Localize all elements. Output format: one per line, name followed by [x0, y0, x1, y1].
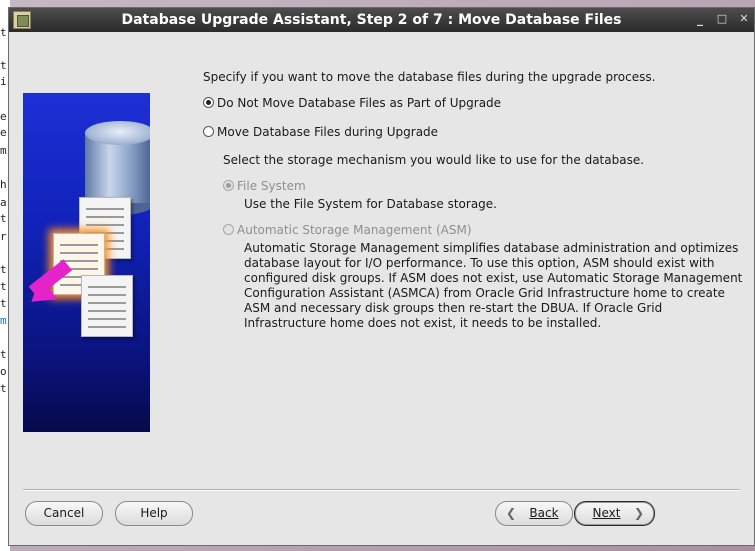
terminal-char: i [0, 75, 7, 88]
help-button[interactable]: Help [115, 501, 193, 526]
terminal-char: a [0, 196, 7, 209]
help-label: Help [140, 506, 168, 520]
no-move-radio[interactable] [203, 97, 214, 108]
terminal-char: t [0, 348, 7, 361]
asm-radio[interactable] [223, 224, 234, 235]
storage-prompt: Select the storage mechanism you would l… [223, 153, 645, 167]
move-files-label[interactable]: Move Database Files during Upgrade [217, 125, 438, 139]
next-label: Next [592, 506, 621, 520]
close-icon[interactable]: ✕ [736, 11, 752, 27]
cancel-label: Cancel [43, 506, 85, 520]
intro-text: Specify if you want to move the database… [203, 70, 656, 84]
file-system-radio[interactable] [223, 180, 234, 191]
terminal-char: t [0, 382, 7, 395]
asm-description: Automatic Storage Management simplifies … [244, 241, 743, 330]
next-button[interactable]: Next ❯ [574, 501, 655, 526]
terminal-char: h [0, 178, 7, 191]
terminal-char: r [0, 230, 7, 243]
terminal-char: m [0, 314, 7, 327]
cancel-button[interactable]: Cancel [25, 501, 103, 526]
dbua-window: Database Upgrade Assistant, Step 2 of 7 … [8, 7, 755, 546]
maximize-icon[interactable]: □ [714, 11, 730, 27]
window-title: Database Upgrade Assistant, Step 2 of 7 … [121, 12, 622, 28]
database-cylinder-top [85, 121, 150, 145]
no-move-label[interactable]: Do Not Move Database Files as Part of Up… [217, 96, 501, 110]
terminal-char: t [0, 297, 7, 310]
file-system-description: Use the File System for Database storage… [244, 197, 497, 211]
terminal-char: e [0, 126, 7, 139]
wizard-content: Specify if you want to move the database… [9, 32, 754, 547]
back-button[interactable]: ❮ Back [495, 501, 573, 526]
terminal-char: e [0, 110, 7, 123]
terminal-char: t [0, 212, 7, 225]
move-files-radio[interactable] [203, 126, 214, 137]
minimize-icon[interactable]: _ [692, 11, 708, 27]
terminal-char: m [0, 144, 7, 157]
title-bar[interactable]: Database Upgrade Assistant, Step 2 of 7 … [9, 8, 754, 32]
terminal-char: t [0, 280, 7, 293]
document-icon [81, 275, 133, 337]
chevron-right-icon: ❯ [633, 506, 644, 520]
footer-separator [23, 489, 740, 491]
terminal-char: t [0, 59, 7, 72]
asm-label[interactable]: Automatic Storage Management (ASM) [237, 223, 472, 237]
file-system-label[interactable]: File System [237, 179, 306, 193]
database-files-illustration [23, 93, 150, 432]
terminal-char: o [0, 365, 7, 378]
chevron-left-icon: ❮ [506, 506, 517, 520]
back-label: Back [529, 506, 559, 520]
terminal-char: t [0, 26, 7, 39]
terminal-char: t [0, 263, 7, 276]
